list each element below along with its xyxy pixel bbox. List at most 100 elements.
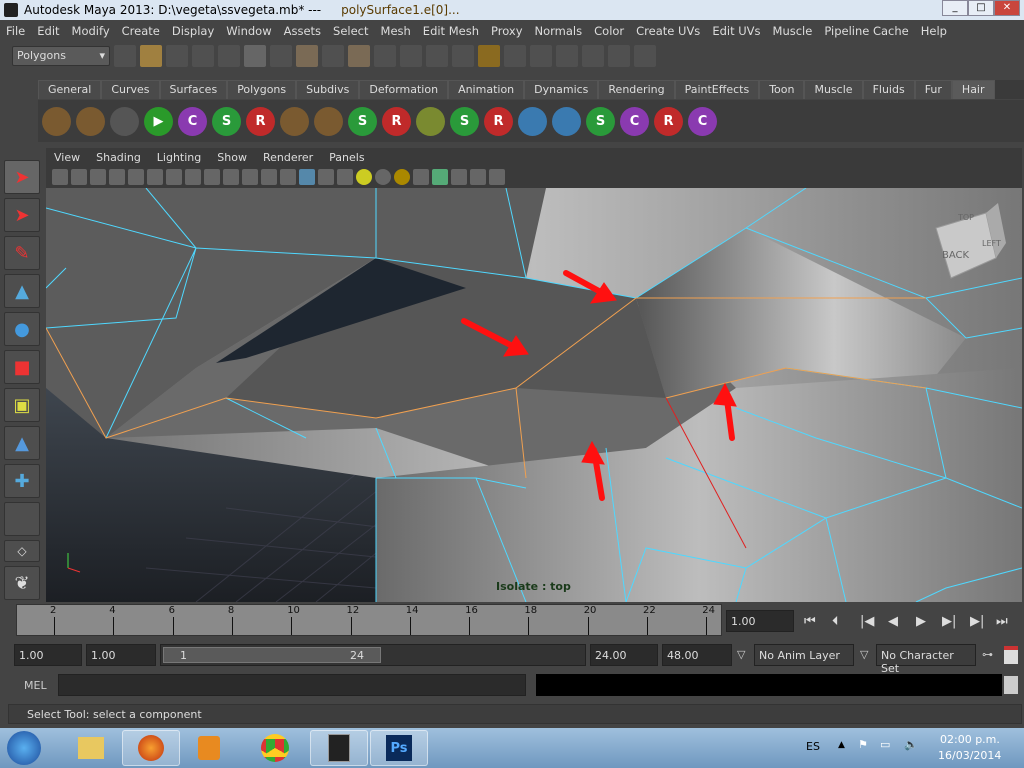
command-line-input[interactable] bbox=[58, 674, 526, 696]
shelf-tool-icon[interactable] bbox=[314, 106, 343, 136]
media-player-task[interactable] bbox=[180, 730, 238, 766]
outliner-icon[interactable]: ❦ bbox=[4, 566, 40, 600]
safe-title-icon[interactable] bbox=[261, 169, 277, 185]
share-icon[interactable] bbox=[489, 169, 505, 185]
camera-icon[interactable] bbox=[52, 169, 68, 185]
wireframe-on-shaded-icon[interactable] bbox=[318, 169, 334, 185]
shelf-tool-icon[interactable]: ▶ bbox=[144, 106, 173, 136]
time-slider[interactable]: 2 4 6 8 10 12 14 16 18 20 22 24 bbox=[16, 604, 722, 636]
chrome-task[interactable] bbox=[246, 730, 304, 766]
shelf-tool-icon[interactable]: S bbox=[586, 106, 615, 136]
menu-create[interactable]: Create bbox=[116, 24, 166, 38]
film-gate-icon[interactable] bbox=[166, 169, 182, 185]
3d-viewport[interactable]: BACK LEFT TOP Isolate : top bbox=[46, 188, 1022, 602]
shelf-tool-icon[interactable]: R bbox=[382, 106, 411, 136]
gate-mask-icon[interactable] bbox=[204, 169, 220, 185]
maximize-button[interactable]: □ bbox=[968, 0, 994, 16]
shelf-tool-icon[interactable]: C bbox=[688, 106, 717, 136]
empty-tool-slot[interactable] bbox=[4, 502, 40, 536]
2d-pan-icon[interactable] bbox=[128, 169, 144, 185]
minimize-button[interactable]: _ bbox=[942, 0, 968, 16]
grid-snap-icon[interactable] bbox=[452, 45, 474, 67]
shelf-tab-animation[interactable]: Animation bbox=[448, 80, 525, 99]
menu-help[interactable]: Help bbox=[915, 24, 953, 38]
panel-menu-shading[interactable]: Shading bbox=[88, 151, 149, 164]
show-hidden-icons[interactable]: ▲ bbox=[838, 740, 845, 750]
preferences-icon[interactable] bbox=[1004, 646, 1018, 664]
explorer-task[interactable] bbox=[62, 730, 120, 766]
isolate-select-icon[interactable] bbox=[432, 169, 448, 185]
shelf-tab-painteffects[interactable]: PaintEffects bbox=[674, 80, 760, 99]
start-time-field[interactable]: 1.00 bbox=[14, 644, 82, 666]
shelf-tool-icon[interactable]: R bbox=[484, 106, 513, 136]
rotate-tool-icon[interactable]: ● bbox=[4, 312, 40, 346]
volume-icon[interactable]: 🔈 bbox=[904, 738, 918, 751]
play-backwards-button[interactable]: ◀ bbox=[888, 614, 898, 629]
view-cube-left[interactable]: LEFT bbox=[982, 239, 1001, 248]
shelf-tab-deformation[interactable]: Deformation bbox=[359, 80, 449, 99]
soft-mod-tool-icon[interactable]: ▲ bbox=[4, 426, 40, 460]
menu-assets[interactable]: Assets bbox=[278, 24, 327, 38]
shelf-tab-general[interactable]: General bbox=[38, 80, 102, 99]
paint-select-tool-icon[interactable]: ✎ bbox=[4, 236, 40, 270]
current-time-field[interactable]: 1.00 bbox=[726, 610, 794, 632]
character-set-dropdown[interactable]: No Character Set bbox=[876, 644, 976, 675]
panel-menu-show[interactable]: Show bbox=[209, 151, 255, 164]
shelf-tool-icon[interactable]: S bbox=[212, 106, 241, 136]
shelf-tab-subdivs[interactable]: Subdivs bbox=[296, 80, 360, 99]
render-icon[interactable] bbox=[530, 45, 552, 67]
view-cube-top[interactable]: TOP bbox=[957, 213, 974, 222]
step-forward-frame-button[interactable]: ▶| bbox=[942, 614, 956, 629]
play-forwards-button[interactable]: ▶ bbox=[916, 614, 926, 629]
render-settings-icon[interactable] bbox=[582, 45, 604, 67]
action-center-flag-icon[interactable]: ⚑ bbox=[858, 738, 868, 751]
layout-single-icon[interactable]: ◇ bbox=[4, 540, 40, 562]
scale-tool-icon[interactable]: ■ bbox=[4, 350, 40, 384]
go-to-end-button[interactable]: ⏭ bbox=[996, 614, 1008, 629]
photoshop-task[interactable]: Ps bbox=[370, 730, 428, 766]
resolution-gate-icon[interactable] bbox=[185, 169, 201, 185]
shelf-tool-icon[interactable] bbox=[76, 106, 105, 136]
point-mask-icon[interactable] bbox=[322, 45, 344, 67]
selection-mask-icon[interactable] bbox=[270, 45, 292, 67]
clock-time[interactable]: 02:00 p.m. bbox=[940, 733, 1000, 746]
move-tool-icon[interactable]: ▲ bbox=[4, 274, 40, 308]
open-scene-icon[interactable] bbox=[140, 45, 162, 67]
step-back-frame-button[interactable]: |◀ bbox=[860, 614, 874, 629]
range-slider-handle[interactable]: 1 24 bbox=[163, 647, 381, 663]
maya-task[interactable] bbox=[310, 730, 368, 766]
hypershade-icon[interactable] bbox=[608, 45, 630, 67]
shelf-tool-icon[interactable] bbox=[518, 106, 547, 136]
menu-create-uvs[interactable]: Create UVs bbox=[630, 24, 706, 38]
curve-snap-icon[interactable] bbox=[400, 45, 422, 67]
history-icon[interactable] bbox=[504, 45, 526, 67]
menu-mesh[interactable]: Mesh bbox=[375, 24, 417, 38]
shelf-tool-icon[interactable]: C bbox=[178, 106, 207, 136]
shelf-tab-rendering[interactable]: Rendering bbox=[598, 80, 675, 99]
menu-set-dropdown[interactable]: Polygons bbox=[12, 46, 110, 66]
shelf-tool-icon[interactable] bbox=[280, 106, 309, 136]
range-slider[interactable]: 1 24 bbox=[160, 644, 586, 666]
panel-menu-panels[interactable]: Panels bbox=[321, 151, 372, 164]
menu-file[interactable]: File bbox=[0, 24, 31, 38]
command-language-label[interactable]: MEL bbox=[24, 679, 47, 692]
menu-proxy[interactable]: Proxy bbox=[485, 24, 529, 38]
auto-key-icon[interactable]: ⊶ bbox=[982, 648, 993, 661]
shelf-tab-polygons[interactable]: Polygons bbox=[227, 80, 297, 99]
menu-muscle[interactable]: Muscle bbox=[767, 24, 819, 38]
shelf-tool-icon[interactable]: R bbox=[246, 106, 275, 136]
select-object-icon[interactable] bbox=[218, 45, 240, 67]
menu-edit-mesh[interactable]: Edit Mesh bbox=[417, 24, 485, 38]
face-mask-icon[interactable] bbox=[374, 45, 396, 67]
manipulator-tool-icon[interactable]: ▣ bbox=[4, 388, 40, 422]
shelf-tab-fluids[interactable]: Fluids bbox=[862, 80, 915, 99]
shelf-tab-fur[interactable]: Fur bbox=[914, 80, 952, 99]
select-component-icon[interactable] bbox=[244, 45, 266, 67]
shelf-tool-icon[interactable]: R bbox=[654, 106, 683, 136]
menu-select[interactable]: Select bbox=[327, 24, 374, 38]
shelf-tool-icon[interactable] bbox=[416, 106, 445, 136]
channel-box-icon[interactable] bbox=[634, 45, 656, 67]
all-lights-icon[interactable] bbox=[375, 169, 391, 185]
textured-icon[interactable] bbox=[337, 169, 353, 185]
step-forward-key-button[interactable]: ▶| bbox=[970, 614, 984, 629]
